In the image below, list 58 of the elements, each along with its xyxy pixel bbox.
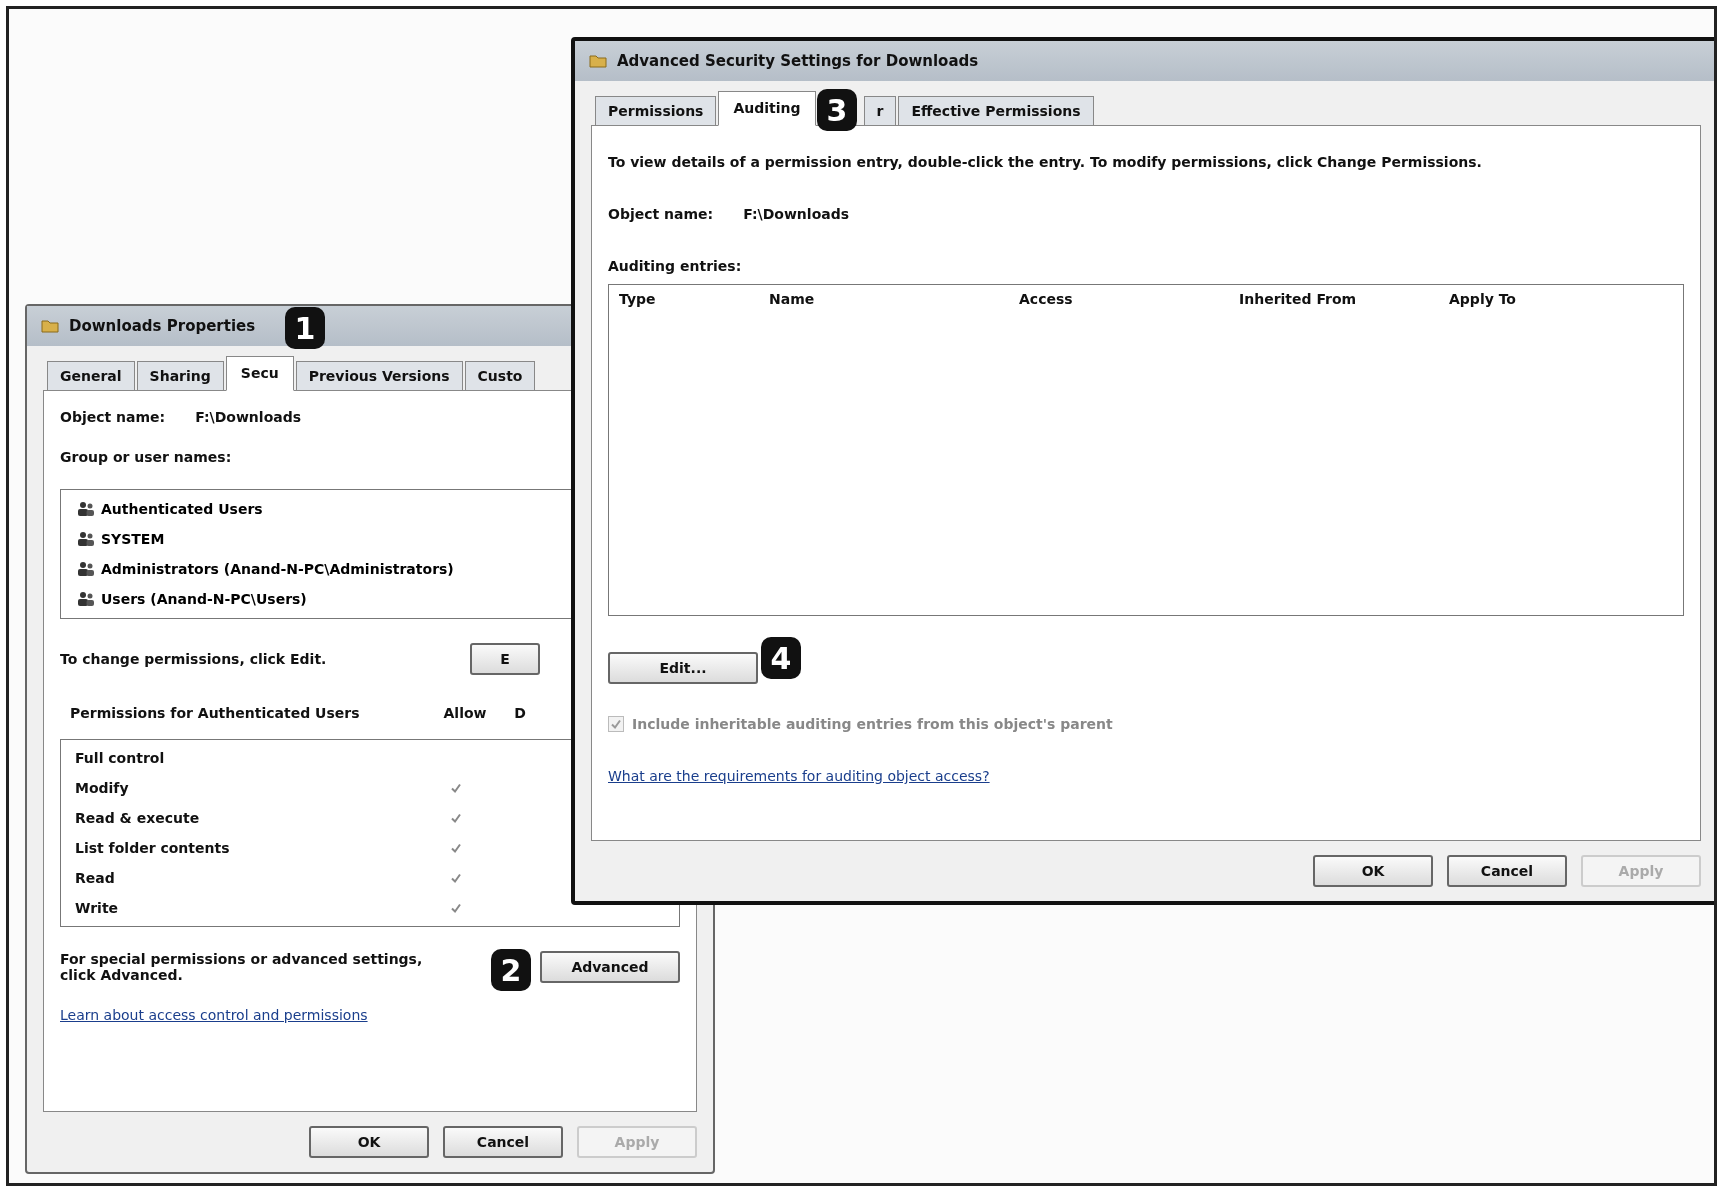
permissions-label: Permissions for Authenticated Users <box>70 705 361 721</box>
folder-icon <box>589 54 607 68</box>
users-icon <box>77 591 95 607</box>
tab[interactable]: Custo <box>464 361 536 391</box>
permission-name: Modify <box>75 780 130 796</box>
help-link[interactable]: What are the requirements for auditing object access? <box>608 768 990 784</box>
users-icon <box>77 501 95 517</box>
group-list-label: Group or user names: <box>60 449 233 465</box>
tab[interactable]: Sharing <box>136 361 224 391</box>
group-item[interactable]: Users (Anand-N-PC\Users) <box>75 590 309 608</box>
tab[interactable]: r <box>863 96 897 126</box>
tab[interactable]: Effective Permissions <box>898 96 1094 126</box>
column-header: Name <box>769 291 816 307</box>
object-name-label: Object name: <box>60 409 166 425</box>
users-icon <box>77 561 95 577</box>
step-number-badge: 1 <box>285 307 325 349</box>
permission-name: List folder contents <box>75 840 231 856</box>
column-header: Inherited From <box>1239 291 1358 307</box>
group-item[interactable]: Administrators (Anand-N-PC\Administrators) <box>75 560 456 578</box>
change-permissions-text: To change permissions, click Edit. <box>60 651 328 667</box>
step-number-badge: 2 <box>491 949 531 991</box>
group-item[interactable]: SYSTEM <box>75 530 167 548</box>
dialog-button[interactable]: OK <box>1313 855 1433 887</box>
column-header: Type <box>619 291 657 307</box>
column-header: Apply To <box>1449 291 1517 307</box>
permission-name: Read <box>75 870 116 886</box>
tab[interactable]: Permissions <box>595 96 717 126</box>
column-header: Access <box>1019 291 1074 307</box>
edit-button[interactable]: Edit... <box>608 652 758 684</box>
permission-name: Write <box>75 900 120 916</box>
object-name-label: Object name: <box>608 206 714 222</box>
tab[interactable]: Secu <box>225 356 294 391</box>
object-name-value: F:\Downloads <box>195 409 302 425</box>
window-title: Downloads Properties <box>69 317 256 335</box>
window-title: Advanced Security Settings for Downloads <box>617 52 979 70</box>
advanced-button[interactable]: Advanced <box>540 951 680 983</box>
tab[interactable]: General <box>47 361 135 391</box>
step-number-badge: 4 <box>761 637 801 679</box>
help-link[interactable]: Learn about access control and permissions <box>60 1007 368 1023</box>
folder-icon <box>41 319 59 333</box>
checkbox-label: Include inheritable auditing entries from this object's parent <box>632 716 1113 732</box>
users-icon <box>77 531 95 547</box>
dialog-button[interactable]: Cancel <box>443 1126 563 1158</box>
instruction-text: To view details of a permission entry, double-click the entry. To modify permissions, click Change Permissions. <box>608 154 1483 170</box>
permission-name: Read & execute <box>75 810 201 826</box>
group-item[interactable]: Authenticated Users <box>75 500 265 518</box>
entries-label: Auditing entries: <box>608 258 743 274</box>
dialog-button[interactable]: OK <box>309 1126 429 1158</box>
tab[interactable]: Previous Versions <box>295 361 463 391</box>
permission-name: Full control <box>75 750 166 766</box>
tab[interactable]: Auditing <box>718 91 816 126</box>
column-header: D <box>513 705 527 721</box>
edit-button[interactable]: E <box>470 643 540 675</box>
advanced-hint-text: For special permissions or advanced settings, click Advanced. <box>60 951 424 983</box>
object-name-value: F:\Downloads <box>743 206 850 222</box>
step-number-badge: 3 <box>817 89 857 131</box>
dialog-button[interactable]: Cancel <box>1447 855 1567 887</box>
column-header: Allow <box>442 705 488 721</box>
